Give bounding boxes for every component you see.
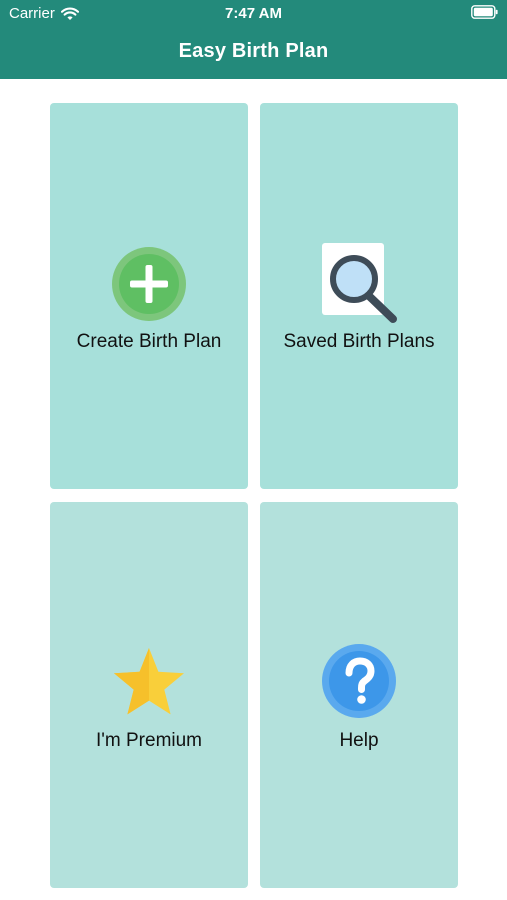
saved-birth-plans-tile[interactable]: Saved Birth Plans <box>260 103 458 489</box>
help-label: Help <box>339 730 379 751</box>
question-circle-icon <box>322 644 396 718</box>
help-tile[interactable]: Help <box>260 502 458 888</box>
premium-tile[interactable]: I'm Premium <box>50 502 248 888</box>
magnifier-icon <box>322 243 397 323</box>
plus-circle-icon <box>112 247 186 321</box>
saved-birth-plans-label: Saved Birth Plans <box>283 331 435 352</box>
create-birth-plan-tile[interactable]: Create Birth Plan <box>50 103 248 489</box>
status-bar: Carrier 7:47 AM <box>0 0 507 28</box>
navigation-header: Carrier 7:47 AM Easy Birth Plan <box>0 0 507 79</box>
premium-label: I'm Premium <box>95 730 203 751</box>
status-time: 7:47 AM <box>225 5 282 22</box>
battery-icon <box>471 5 498 19</box>
page-title: Easy Birth Plan <box>178 40 329 62</box>
create-birth-plan-label: Create Birth Plan <box>76 331 222 352</box>
star-icon <box>114 648 184 715</box>
